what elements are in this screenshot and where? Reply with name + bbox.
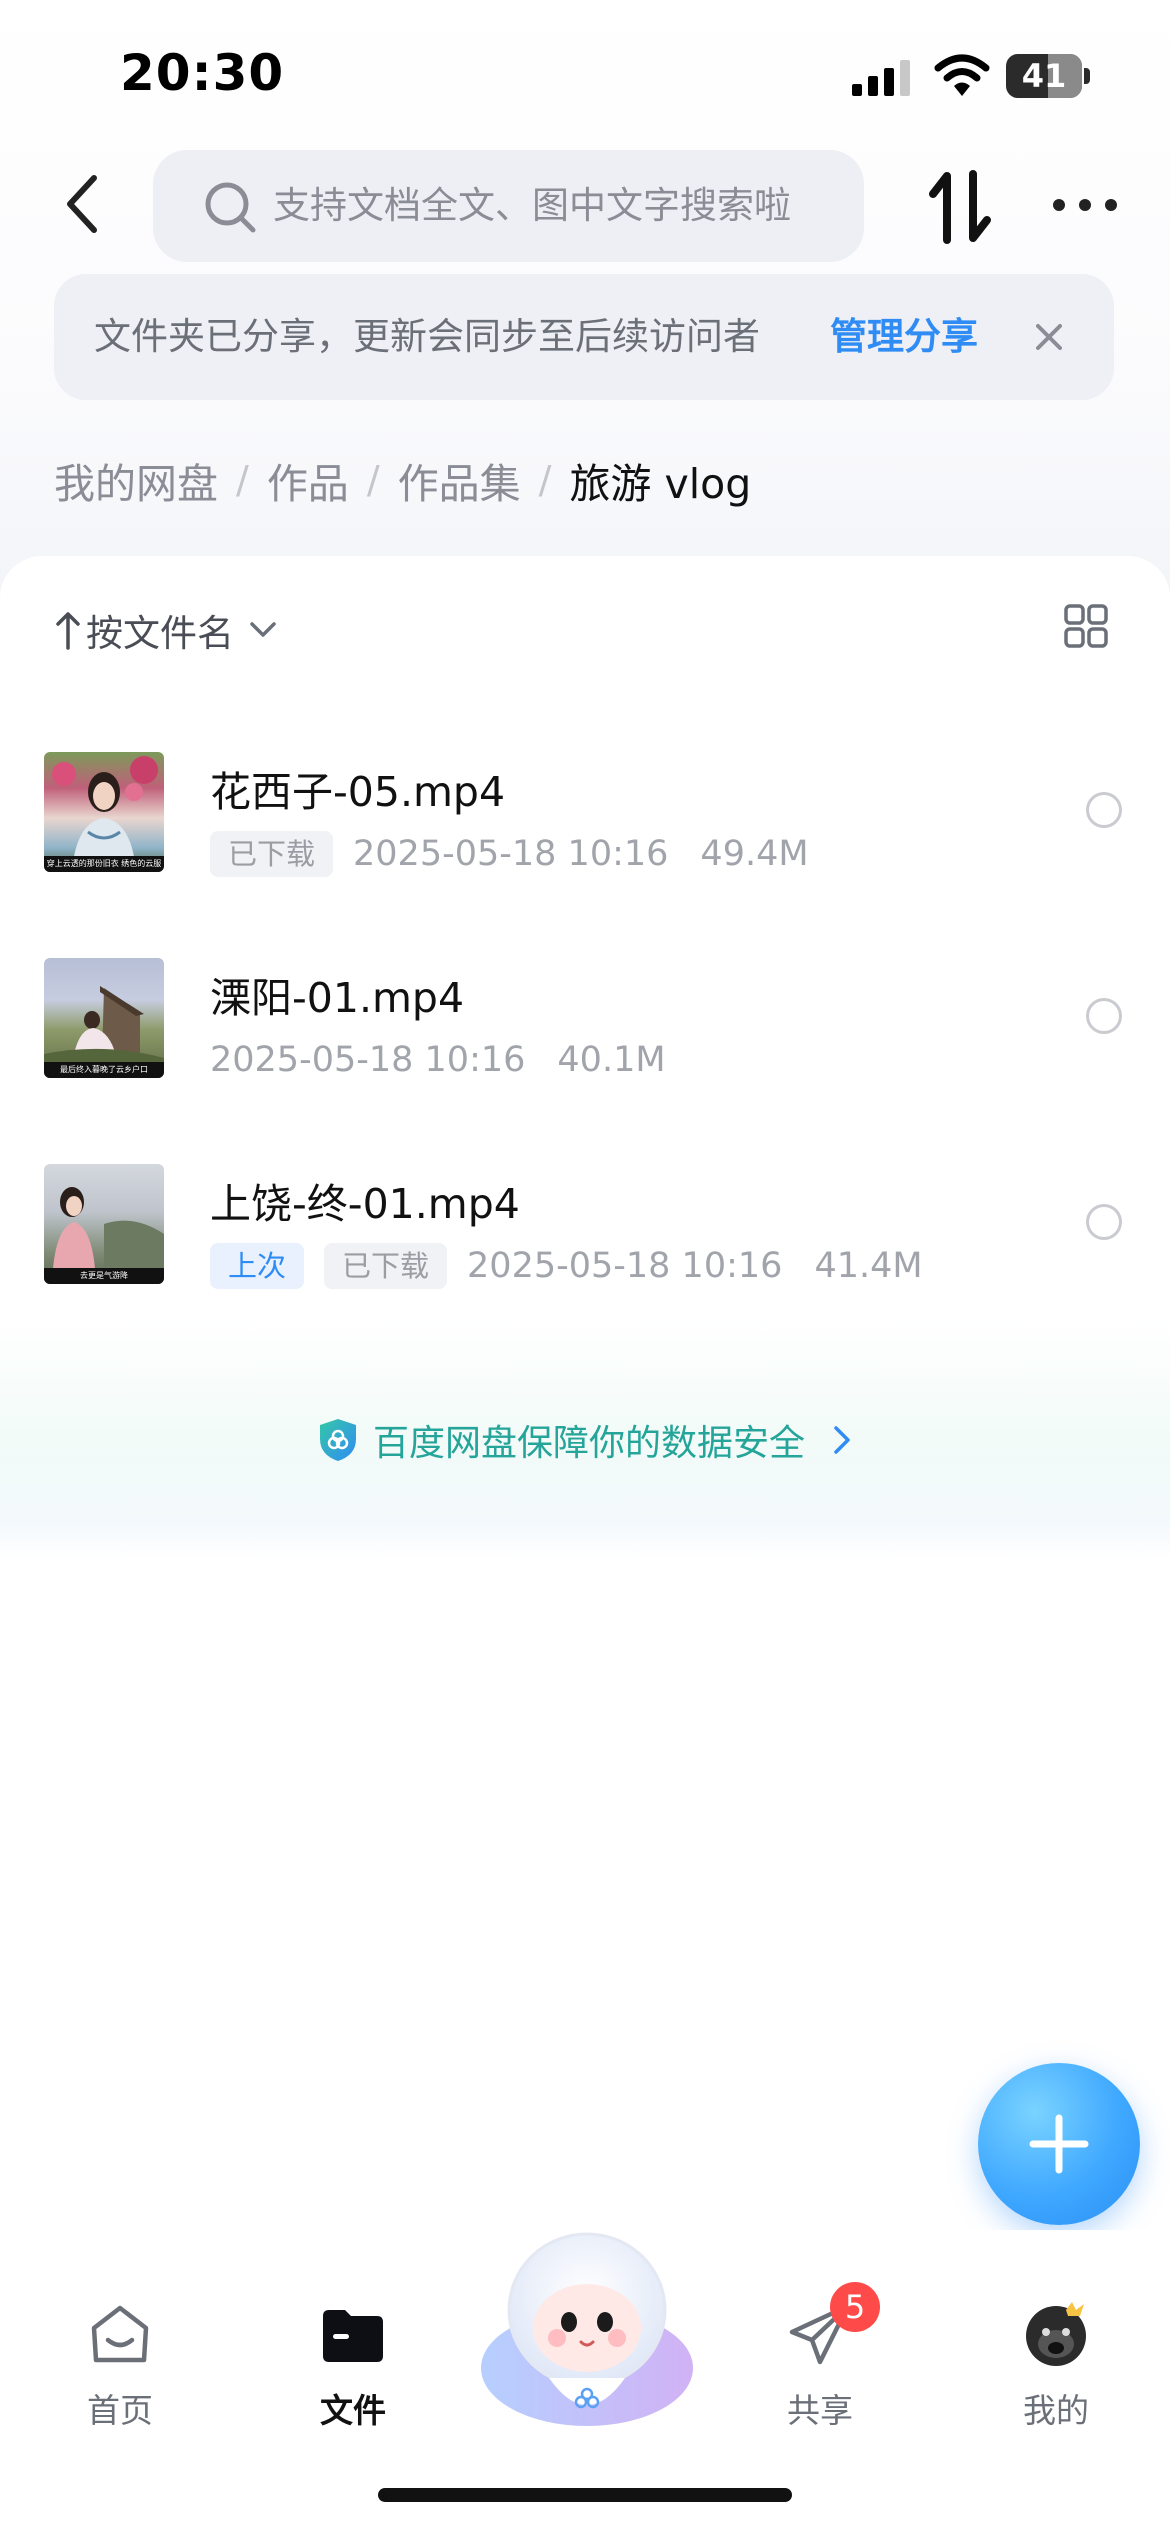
data-safety-link[interactable]: 百度网盘保障你的数据安全 [0, 1414, 1170, 1466]
file-meta: 已下载 2025-05-18 10:16 49.4M [210, 830, 809, 878]
notification-badge: 5 [830, 2282, 880, 2332]
file-size: 49.4M [700, 834, 809, 874]
more-options-icon[interactable] [1050, 190, 1120, 220]
file-size: 41.4M [814, 1246, 923, 1286]
file-meta: 2025-05-18 10:16 40.1M [210, 1036, 666, 1084]
tab-share[interactable]: 5 共享 [750, 2282, 890, 2440]
battery-level-text: 41 [1021, 57, 1067, 95]
home-indicator [378, 2488, 792, 2502]
downloaded-tag: 已下载 [210, 831, 334, 877]
breadcrumb-separator: / [538, 458, 552, 502]
breadcrumb-item[interactable]: 作品集 [398, 450, 521, 510]
video-thumbnail: 去更是气游降 [44, 1164, 164, 1284]
tab-label: 共享 [787, 2391, 853, 2430]
battery-tip [1084, 68, 1090, 84]
manage-share-link[interactable]: 管理分享 [830, 274, 978, 400]
sort-label: 按文件名 [86, 612, 234, 655]
share-notice-banner: 文件夹已分享，更新会同步至后续访问者 管理分享 [54, 274, 1114, 400]
folder-icon [323, 2310, 383, 2362]
select-checkbox[interactable] [1086, 792, 1122, 828]
thumbnail-caption: 穿上云透的那份旧衣 绣色的云服 [44, 856, 164, 872]
select-checkbox[interactable] [1086, 998, 1122, 1034]
thumbnail-caption: 最后终入暮晚了云乡户口 [44, 1062, 164, 1078]
tab-home[interactable]: 首页 [50, 2300, 190, 2440]
file-name: 上饶-终-01.mp4 [210, 1180, 520, 1228]
chevron-right-icon [834, 1426, 850, 1454]
sort-by-name-dropdown[interactable]: 按文件名 [54, 600, 278, 660]
file-date: 2025-05-18 10:16 [210, 1040, 526, 1080]
breadcrumb-separator: / [236, 458, 249, 502]
file-name: 花西子-05.mp4 [210, 768, 506, 816]
video-thumbnail: 最后终入暮晚了云乡户口 [44, 958, 164, 1078]
battery-body: 41 [1006, 54, 1082, 98]
cellular-signal-icon [852, 60, 910, 96]
chevron-down-icon [250, 622, 276, 637]
data-safety-area: 百度网盘保障你的数据安全 [0, 1320, 1170, 1560]
tab-files[interactable]: 文件 [283, 2300, 423, 2440]
close-icon[interactable] [1026, 314, 1072, 360]
last-played-tag: 上次 [210, 1243, 305, 1289]
thumbnail-caption: 去更是气游降 [44, 1268, 164, 1284]
search-placeholder: 支持文档全文、图中文字搜索啦 [273, 184, 791, 227]
plus-icon [1029, 2114, 1089, 2174]
grid-view-icon[interactable] [1064, 604, 1108, 648]
file-size: 40.1M [557, 1040, 666, 1080]
select-checkbox[interactable] [1086, 1204, 1122, 1240]
file-date: 2025-05-18 10:16 [467, 1246, 783, 1286]
thumbnail-figure [52, 1187, 164, 1284]
sort-ascending-icon [56, 612, 80, 650]
breadcrumb-item[interactable]: 作品 [267, 450, 349, 510]
downloaded-tag: 已下载 [324, 1243, 448, 1289]
back-button[interactable] [52, 168, 116, 240]
battery-icon: 41 [1006, 54, 1090, 98]
avatar [1026, 2302, 1086, 2366]
breadcrumb-item[interactable]: 我的网盘 [54, 450, 218, 510]
video-thumbnail: 穿上云透的那份旧衣 绣色的云服 [44, 752, 164, 872]
tab-label: 首页 [87, 2391, 153, 2430]
wifi-icon [934, 54, 990, 96]
file-name: 溧阳-01.mp4 [210, 974, 465, 1022]
share-notice-text: 文件夹已分享，更新会同步至后续访问者 [94, 315, 760, 358]
file-row[interactable]: 穿上云透的那份旧衣 绣色的云服 花西子-05.mp4 已下载 2025-05-1… [0, 726, 1170, 906]
search-input[interactable]: 支持文档全文、图中文字搜索啦 [153, 150, 864, 262]
status-bar: 20:30 41 [0, 0, 1170, 150]
data-safety-text: 百度网盘保障你的数据安全 [372, 1423, 805, 1464]
transfer-sort-icon[interactable] [925, 170, 995, 244]
breadcrumb-separator: / [366, 458, 380, 502]
page: 20:30 41 支持文档全文、图中文字搜索啦 文件夹已分享，更新会同步至后续访… [0, 0, 1170, 2532]
home-icon [91, 2305, 149, 2363]
tab-label: 文件 [320, 2391, 386, 2430]
tab-label: 我的 [1023, 2391, 1089, 2430]
file-meta: 上次 已下载 2025-05-18 10:16 41.4M [210, 1242, 923, 1290]
shield-icon [319, 1419, 356, 1461]
bottom-tab-bar: 首页 文件 5 共享 我的 [0, 2230, 1170, 2532]
add-button[interactable] [978, 2063, 1140, 2225]
file-row[interactable]: 去更是气游降 上饶-终-01.mp4 上次 已下载 2025-05-18 10:… [0, 1138, 1170, 1318]
breadcrumb-current: 旅游 vlog [569, 460, 752, 508]
breadcrumb: 我的网盘 / 作品 / 作品集 / 旅游 vlog [54, 448, 751, 512]
thumbnail-figure [44, 986, 164, 1078]
status-time: 20:30 [120, 44, 285, 102]
search-icon [205, 182, 256, 233]
file-row[interactable]: 最后终入暮晚了云乡户口 溧阳-01.mp4 2025-05-18 10:16 4… [0, 932, 1170, 1112]
mascot-assistant-icon[interactable] [477, 2218, 697, 2438]
thumbnail-figure [52, 756, 158, 872]
file-date: 2025-05-18 10:16 [353, 834, 669, 874]
tab-profile[interactable]: 我的 [986, 2300, 1126, 2440]
